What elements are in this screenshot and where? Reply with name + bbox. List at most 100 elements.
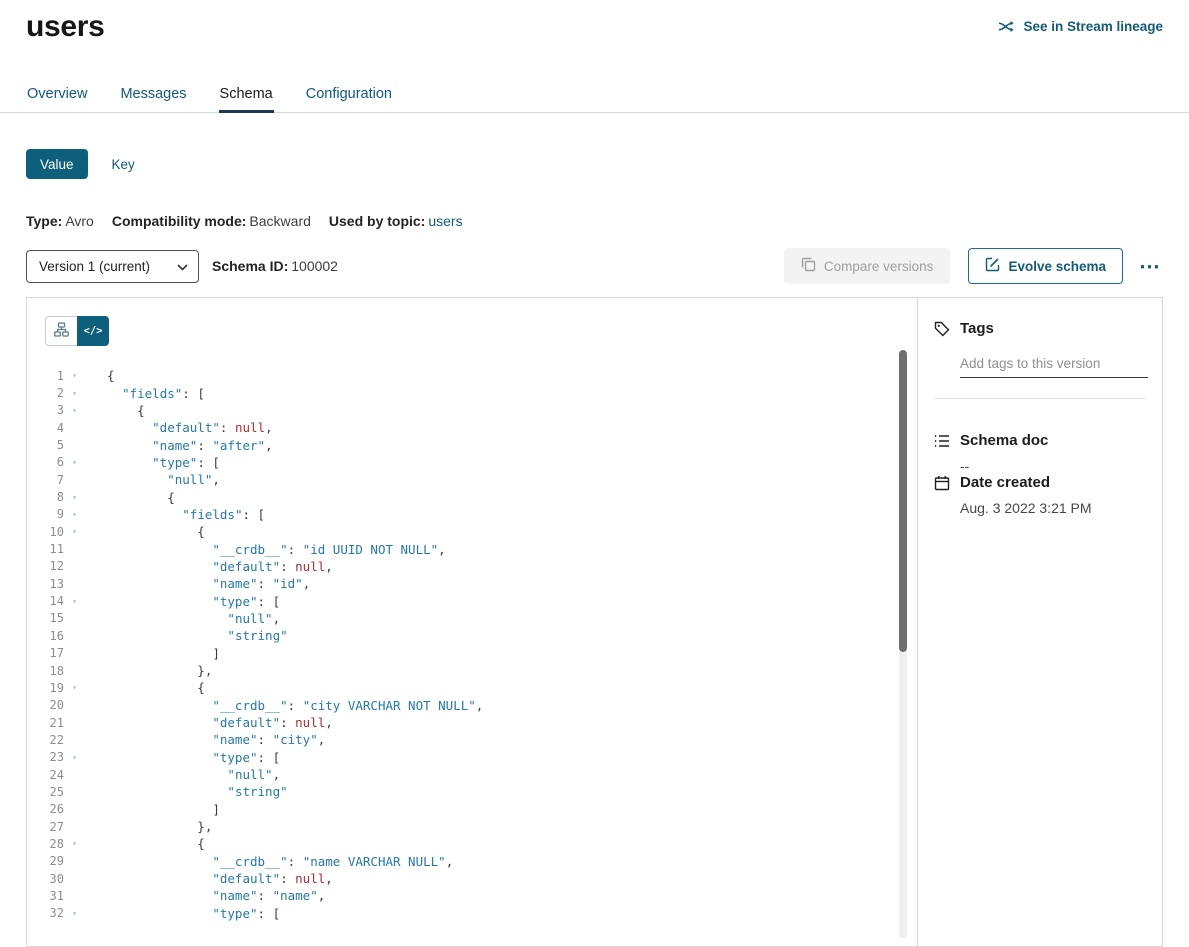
page-title: users [26,10,105,44]
code-line: 26 ] [27,801,917,818]
evolve-schema-button[interactable]: Evolve schema [968,248,1123,284]
code-text: "null", [83,472,220,487]
value-toggle-button[interactable]: Value [26,149,88,179]
version-select[interactable]: Version 1 (current) [26,250,199,283]
fold-toggle-icon[interactable]: ▾ [66,597,83,606]
fold-toggle-icon[interactable]: ▾ [66,493,83,502]
code-line: 10▾ { [27,523,917,540]
version-select-value: Version 1 (current) [39,259,150,274]
date-created-title: Date created [960,474,1050,491]
fold-toggle-icon[interactable]: ▾ [66,371,83,380]
code-text: "fields": [ [83,386,205,401]
topic-link[interactable]: users [428,213,462,229]
compat-meta: Compatibility mode:Backward [112,213,311,229]
doc-list-icon [934,434,950,448]
code-text: "default": null, [83,420,273,435]
key-toggle-button[interactable]: Key [98,149,149,179]
code-line: 22 "name": "city", [27,731,917,748]
tab-overview[interactable]: Overview [26,86,88,112]
code-line: 32▾ "type": [ [27,905,917,922]
tree-view-icon [54,322,69,340]
editor-scrollbar[interactable] [899,350,907,938]
sidebar-divider [934,398,1146,399]
code-text: { [83,524,205,539]
code-lines: 1▾{2▾ "fields": [3▾ {4 "default": null,5… [27,367,917,922]
fold-toggle-icon[interactable]: ▾ [66,753,83,762]
chevron-down-icon [177,259,188,274]
line-number: 18 [27,664,64,678]
fold-toggle-icon[interactable]: ▾ [66,527,83,536]
code-text: "type": [ [83,594,280,609]
tab-messages[interactable]: Messages [119,86,187,112]
fold-toggle-icon[interactable]: ▾ [66,510,83,519]
value-key-toggle: Value Key [0,149,1189,179]
type-label: Type: [26,213,62,229]
compare-versions-label: Compare versions [824,259,934,274]
code-line: 14▾ "type": [ [27,592,917,609]
line-number: 16 [27,629,64,643]
compare-versions-button[interactable]: Compare versions [784,248,951,284]
code-text: { [83,680,205,695]
tab-bar: Overview Messages Schema Configuration [0,86,1189,113]
fold-toggle-icon[interactable]: ▾ [66,406,83,415]
more-options-button[interactable]: ⋯ [1137,252,1163,281]
fold-toggle-icon[interactable]: ▾ [66,839,83,848]
fold-toggle-icon[interactable]: ▾ [66,458,83,467]
scrollbar-thumb[interactable] [899,350,907,652]
fold-toggle-icon[interactable]: ▾ [66,389,83,398]
code-line: 27 }, [27,818,917,835]
editor-view-toggle: </> [45,316,109,346]
code-text: "null", [83,767,280,782]
tab-configuration[interactable]: Configuration [305,86,393,112]
code-text: ] [83,802,220,817]
code-line: 30 "default": null, [27,870,917,887]
code-text: "default": null, [83,871,333,886]
topic-meta: Used by topic:users [329,213,463,229]
schema-editor-panel: </> 1▾{2▾ "fields": [3▾ {4 "default": nu… [27,298,918,946]
line-number: 13 [27,577,64,591]
line-number: 12 [27,559,64,573]
code-line: 8▾ { [27,488,917,505]
schema-id: Schema ID:100002 [212,258,338,274]
schema-sidebar: Tags Schema doc -- [918,298,1162,946]
code-text: "type": [ [83,750,280,765]
schema-doc-header: Schema doc [934,432,1146,449]
version-bar: Version 1 (current) Schema ID:100002 Com… [0,248,1189,284]
tags-section: Tags [934,320,1146,378]
code-line: 18 }, [27,662,917,679]
evolve-schema-label: Evolve schema [1008,259,1106,274]
tree-view-button[interactable] [45,316,77,346]
line-number: 17 [27,646,64,660]
code-text: "string" [83,784,288,799]
date-created-section: Date created Aug. 3 2022 3:21 PM [934,474,1146,516]
fold-toggle-icon[interactable]: ▾ [66,909,83,918]
stream-lineage-link[interactable]: See in Stream lineage [998,19,1163,34]
code-text: "__crdb__": "city VARCHAR NOT NULL", [83,698,483,713]
code-line: 21 "default": null, [27,714,917,731]
code-text: { [83,403,145,418]
code-text: "string" [83,628,288,643]
line-number: 22 [27,733,64,747]
line-number: 1 [27,369,64,383]
line-number: 21 [27,716,64,730]
tags-input[interactable] [960,352,1148,378]
edit-schema-icon [985,257,1000,275]
compat-value: Backward [249,213,310,229]
code-view-button[interactable]: </> [77,316,109,346]
line-number: 23 [27,750,64,764]
fold-toggle-icon[interactable]: ▾ [66,683,83,692]
code-text: { [83,368,115,383]
tab-schema[interactable]: Schema [219,86,274,112]
schema-id-value: 100002 [291,258,338,274]
code-text: { [83,836,205,851]
line-number: 4 [27,421,64,435]
line-number: 29 [27,854,64,868]
code-text: ] [83,646,220,661]
code-text: "fields": [ [83,507,265,522]
code-text: "type": [ [83,455,220,470]
code-line: 16 "string" [27,627,917,644]
tags-header: Tags [934,320,1146,337]
code-line: 2▾ "fields": [ [27,384,917,401]
line-number: 30 [27,872,64,886]
code-text: "name": "name", [83,888,325,903]
